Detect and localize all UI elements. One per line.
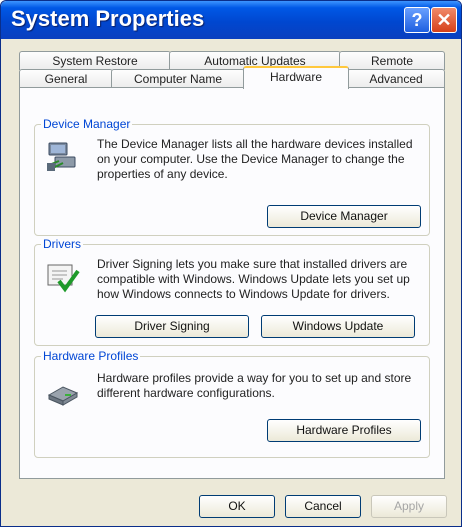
device-manager-button[interactable]: Device Manager bbox=[267, 205, 421, 228]
driver-checklist-icon bbox=[47, 264, 80, 293]
driver-signing-button[interactable]: Driver Signing bbox=[95, 315, 249, 338]
drivers-description: Driver Signing lets you make sure that i… bbox=[97, 257, 410, 301]
tab-computer-name[interactable]: Computer Name bbox=[111, 69, 245, 88]
help-button[interactable]: ? bbox=[404, 7, 430, 33]
cancel-button[interactable]: Cancel bbox=[285, 495, 361, 518]
hardware-tab-panel: Device Manager The Device Manager lists … bbox=[19, 87, 445, 479]
tab-system-restore[interactable]: System Restore bbox=[19, 51, 171, 70]
device-manager-description: The Device Manager lists all the hardwar… bbox=[97, 137, 413, 181]
hardware-profiles-description: Hardware profiles provide a way for you … bbox=[97, 371, 412, 400]
device-manager-group-title: Device Manager bbox=[41, 117, 133, 131]
window-title: System Properties bbox=[11, 6, 205, 31]
tab-hardware[interactable]: Hardware bbox=[243, 66, 349, 89]
apply-button[interactable]: Apply bbox=[371, 495, 447, 518]
hardware-profiles-group: Hardware Profiles Hardware profiles prov… bbox=[34, 349, 430, 458]
drivers-group-title: Drivers bbox=[41, 237, 83, 251]
drivers-group: Drivers Driver Signing lets you make sur… bbox=[34, 237, 430, 346]
close-button[interactable]: ✕ bbox=[431, 7, 457, 33]
tab-advanced[interactable]: Advanced bbox=[347, 69, 445, 88]
device-manager-icon bbox=[47, 142, 76, 171]
ok-button[interactable]: OK bbox=[199, 495, 275, 518]
tab-remote[interactable]: Remote bbox=[339, 51, 445, 70]
system-properties-window: System Properties ? ✕ System Restore Aut… bbox=[0, 0, 462, 527]
title-bar[interactable]: System Properties ? ✕ bbox=[1, 1, 461, 39]
hardware-profiles-group-title: Hardware Profiles bbox=[41, 349, 141, 363]
hardware-profiles-icon bbox=[47, 386, 79, 406]
tab-general[interactable]: General bbox=[19, 69, 113, 88]
device-manager-group: Device Manager The Device Manager lists … bbox=[34, 117, 430, 236]
hardware-profiles-button[interactable]: Hardware Profiles bbox=[267, 419, 421, 442]
windows-update-button[interactable]: Windows Update bbox=[261, 315, 415, 338]
